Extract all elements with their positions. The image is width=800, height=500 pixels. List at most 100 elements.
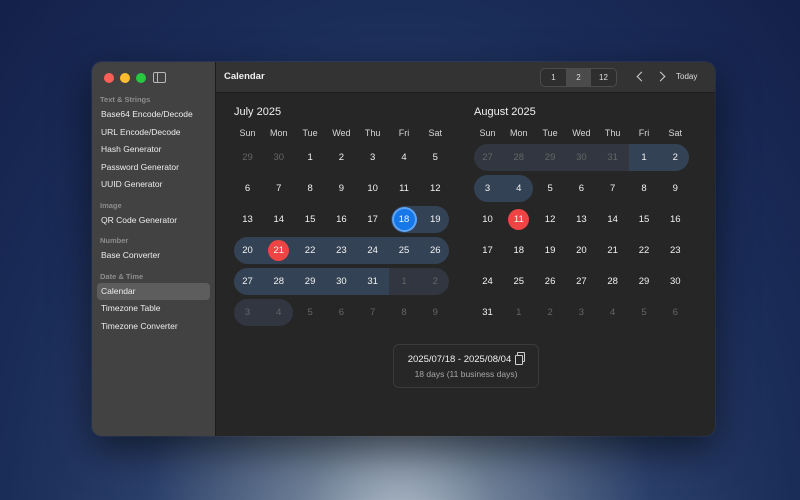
calendar-day[interactable]: 4 [263, 299, 294, 326]
calendar-day[interactable]: 3 [232, 299, 263, 326]
calendar-day[interactable]: 5 [295, 299, 326, 326]
calendar-day[interactable]: 10 [472, 206, 503, 233]
calendar-day[interactable]: 11 [389, 175, 420, 202]
calendar-day[interactable]: 27 [566, 268, 597, 295]
calendar-day[interactable]: 6 [326, 299, 357, 326]
calendar-day[interactable]: 31 [472, 299, 503, 326]
calendar-day[interactable]: 7 [357, 299, 388, 326]
calendar-day[interactable]: 2 [326, 144, 357, 171]
calendar-day[interactable]: 12 [420, 175, 451, 202]
calendar-day[interactable]: 5 [420, 144, 451, 171]
calendar-day[interactable]: 19 [420, 206, 451, 233]
sidebar-item-base-converter[interactable]: Base Converter [97, 247, 210, 265]
calendar-day[interactable]: 3 [566, 299, 597, 326]
calendar-day[interactable]: 31 [357, 268, 388, 295]
calendar-day[interactable]: 14 [263, 206, 294, 233]
calendar-day[interactable]: 13 [566, 206, 597, 233]
sidebar-item-hash-generator[interactable]: Hash Generator [97, 141, 210, 159]
calendar-day[interactable]: 30 [326, 268, 357, 295]
calendar-day[interactable]: 17 [357, 206, 388, 233]
calendar-day[interactable]: 25 [503, 268, 534, 295]
calendar-day[interactable]: 1 [295, 144, 326, 171]
view-1-months-button[interactable]: 1 [541, 69, 566, 86]
calendar-day[interactable]: 27 [232, 268, 263, 295]
calendar-day[interactable]: 4 [389, 144, 420, 171]
calendar-day[interactable]: 27 [472, 144, 503, 171]
calendar-day[interactable]: 28 [597, 268, 628, 295]
calendar-day[interactable]: 7 [597, 175, 628, 202]
calendar-day[interactable]: 8 [389, 299, 420, 326]
calendar-day[interactable]: 8 [629, 175, 660, 202]
calendar-day[interactable]: 6 [660, 299, 691, 326]
calendar-day[interactable]: 14 [597, 206, 628, 233]
calendar-day[interactable]: 20 [232, 237, 263, 264]
calendar-day[interactable]: 28 [263, 268, 294, 295]
calendar-day[interactable]: 29 [535, 144, 566, 171]
sidebar-item-timezone-table[interactable]: Timezone Table [97, 300, 210, 318]
view-2-months-button[interactable]: 2 [566, 69, 591, 86]
calendar-day[interactable]: 21 [263, 237, 294, 264]
zoom-window-button[interactable] [136, 73, 146, 83]
calendar-day[interactable]: 2 [420, 268, 451, 295]
calendar-day[interactable]: 4 [597, 299, 628, 326]
sidebar-item-calendar[interactable]: Calendar [97, 282, 210, 300]
calendar-day[interactable]: 9 [660, 175, 691, 202]
calendar-day[interactable]: 6 [566, 175, 597, 202]
calendar-day[interactable]: 1 [629, 144, 660, 171]
calendar-day[interactable]: 12 [535, 206, 566, 233]
calendar-day[interactable]: 24 [357, 237, 388, 264]
calendar-day[interactable]: 29 [295, 268, 326, 295]
calendar-day[interactable]: 18 [389, 206, 420, 233]
calendar-day[interactable]: 20 [566, 237, 597, 264]
calendar-day[interactable]: 10 [357, 175, 388, 202]
calendar-day[interactable]: 19 [535, 237, 566, 264]
sidebar-item-uuid-generator[interactable]: UUID Generator [97, 176, 210, 194]
calendar-day[interactable]: 11 [503, 206, 534, 233]
calendar-day[interactable]: 16 [326, 206, 357, 233]
calendar-day[interactable]: 4 [503, 175, 534, 202]
calendar-day[interactable]: 18 [503, 237, 534, 264]
calendar-day[interactable]: 17 [472, 237, 503, 264]
sidebar-item-qr-code-generator[interactable]: QR Code Generator [97, 212, 210, 230]
calendar-day[interactable]: 5 [629, 299, 660, 326]
calendar-day[interactable]: 5 [535, 175, 566, 202]
calendar-day[interactable]: 2 [535, 299, 566, 326]
calendar-day[interactable]: 2 [660, 144, 691, 171]
chevron-right-icon[interactable] [655, 70, 669, 84]
sidebar-item-password-generator[interactable]: Password Generator [97, 159, 210, 177]
calendar-day[interactable]: 8 [295, 175, 326, 202]
sidebar-item-url-encode-decode[interactable]: URL Encode/Decode [97, 124, 210, 142]
calendar-day[interactable]: 1 [503, 299, 534, 326]
calendar-day[interactable]: 6 [232, 175, 263, 202]
calendar-day[interactable]: 28 [503, 144, 534, 171]
calendar-day[interactable]: 7 [263, 175, 294, 202]
today-button[interactable]: Today [676, 72, 697, 81]
calendar-day[interactable]: 15 [629, 206, 660, 233]
calendar-day[interactable]: 22 [295, 237, 326, 264]
calendar-day[interactable]: 9 [326, 175, 357, 202]
calendar-day[interactable]: 23 [326, 237, 357, 264]
calendar-day[interactable]: 30 [660, 268, 691, 295]
calendar-day[interactable]: 26 [420, 237, 451, 264]
calendar-day[interactable]: 22 [629, 237, 660, 264]
chevron-left-icon[interactable] [633, 70, 647, 84]
calendar-day[interactable]: 30 [566, 144, 597, 171]
calendar-day[interactable]: 26 [535, 268, 566, 295]
calendar-day[interactable]: 15 [295, 206, 326, 233]
calendar-day[interactable]: 25 [389, 237, 420, 264]
calendar-day[interactable]: 3 [357, 144, 388, 171]
sidebar-item-base64-encode-decode[interactable]: Base64 Encode/Decode [97, 106, 210, 124]
calendar-day[interactable]: 13 [232, 206, 263, 233]
view-12-months-button[interactable]: 12 [591, 69, 616, 86]
calendar-day[interactable]: 29 [629, 268, 660, 295]
sidebar-item-timezone-converter[interactable]: Timezone Converter [97, 318, 210, 336]
copy-icon[interactable] [515, 352, 526, 365]
close-window-button[interactable] [104, 73, 114, 83]
calendar-day[interactable]: 21 [597, 237, 628, 264]
calendar-day[interactable]: 1 [389, 268, 420, 295]
calendar-day[interactable]: 9 [420, 299, 451, 326]
calendar-day[interactable]: 30 [263, 144, 294, 171]
calendar-day[interactable]: 16 [660, 206, 691, 233]
calendar-day[interactable]: 24 [472, 268, 503, 295]
minimize-window-button[interactable] [120, 73, 130, 83]
